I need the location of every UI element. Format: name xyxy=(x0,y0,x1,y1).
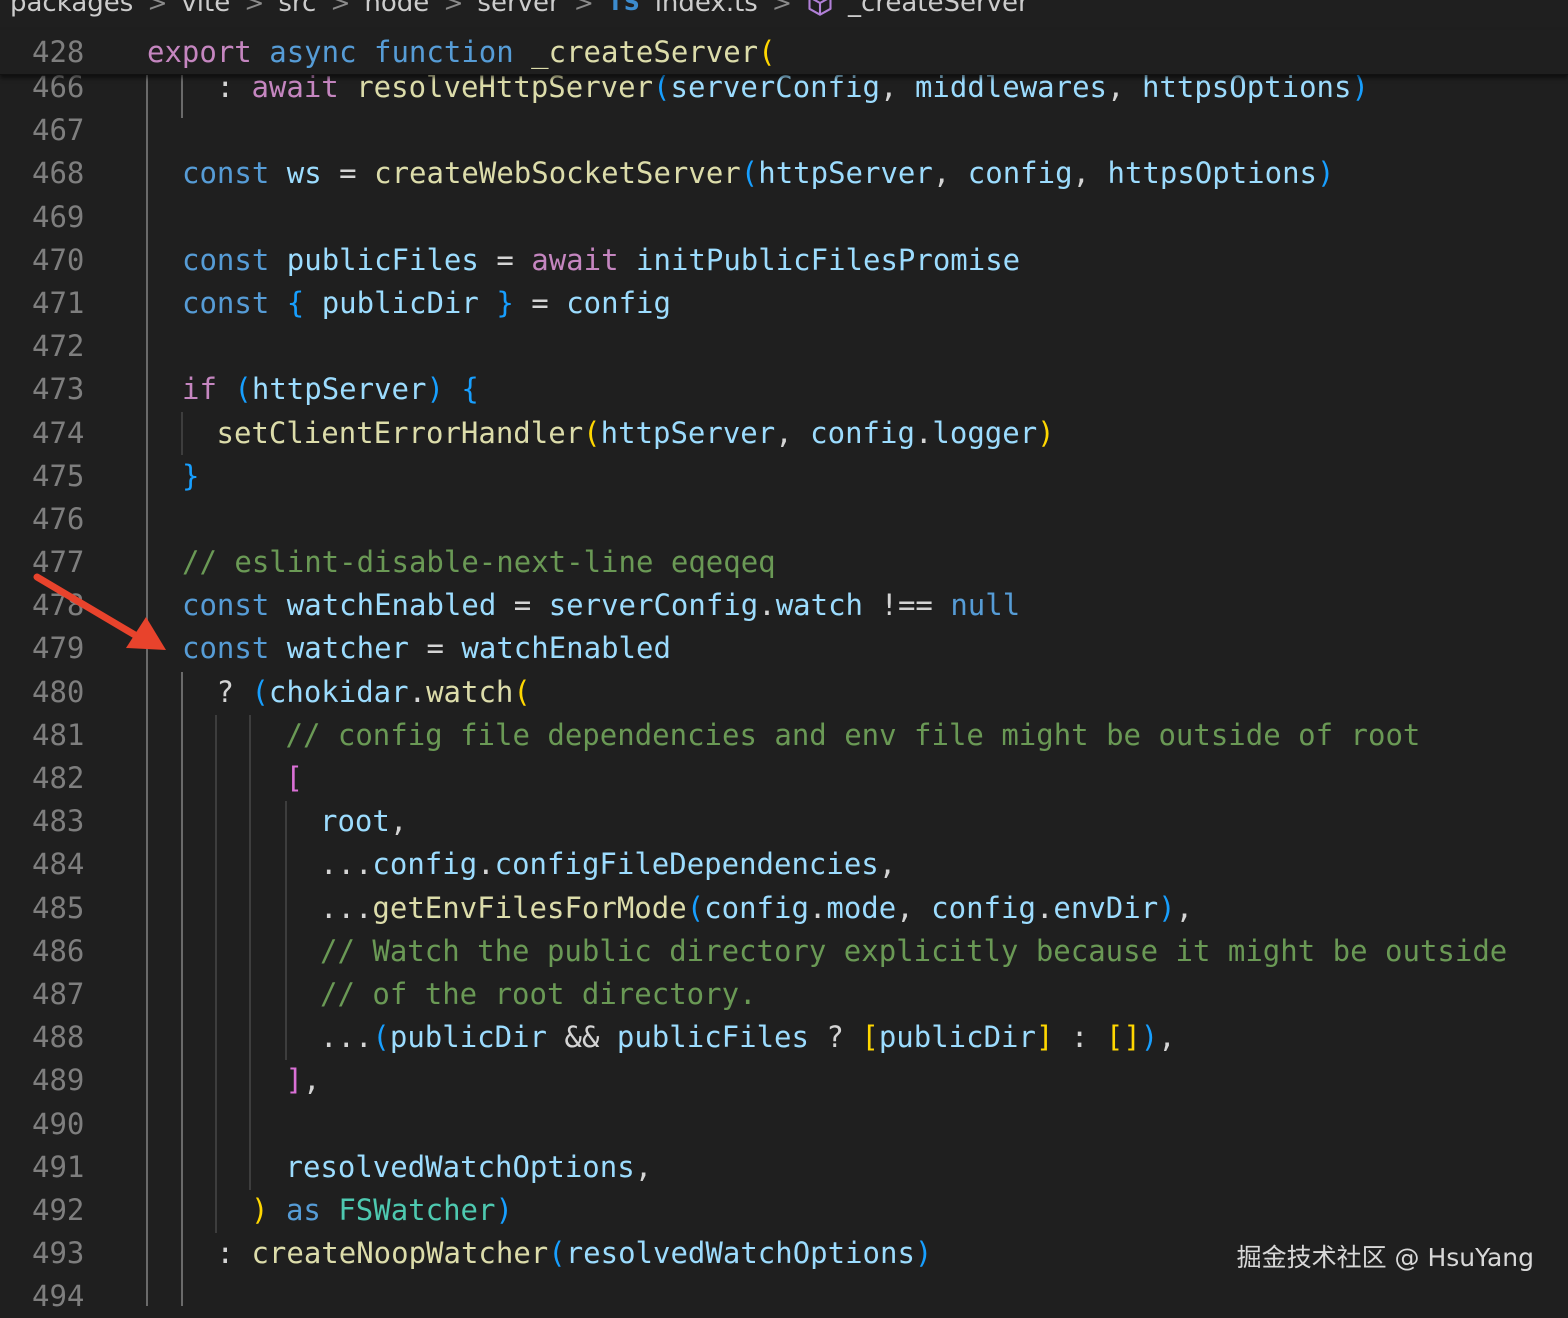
red-arrow-annotation xyxy=(33,573,166,650)
watermark: 掘金技术社区 @ HsuYang xyxy=(1236,1243,1534,1272)
